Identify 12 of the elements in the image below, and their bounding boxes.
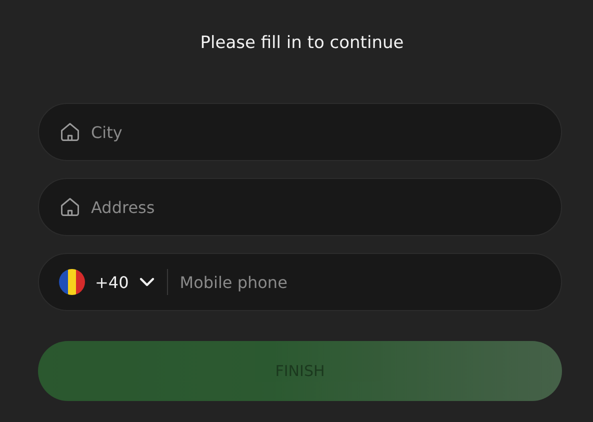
- country-code[interactable]: +40: [95, 272, 129, 292]
- phone-input[interactable]: Mobile phone: [180, 270, 541, 294]
- form-title: Please fill in to continue: [200, 33, 404, 53]
- text-input[interactable]: City: [91, 120, 541, 144]
- flag-icon: [59, 269, 85, 295]
- phone-field[interactable]: +40 Mobile phone: [38, 253, 562, 311]
- home-icon: [59, 196, 81, 218]
- home-icon: [59, 121, 81, 143]
- text-field[interactable]: Address: [38, 178, 562, 236]
- text-field[interactable]: City: [38, 103, 562, 161]
- text-input[interactable]: Address: [91, 195, 541, 219]
- chevron-down-icon[interactable]: [138, 277, 155, 287]
